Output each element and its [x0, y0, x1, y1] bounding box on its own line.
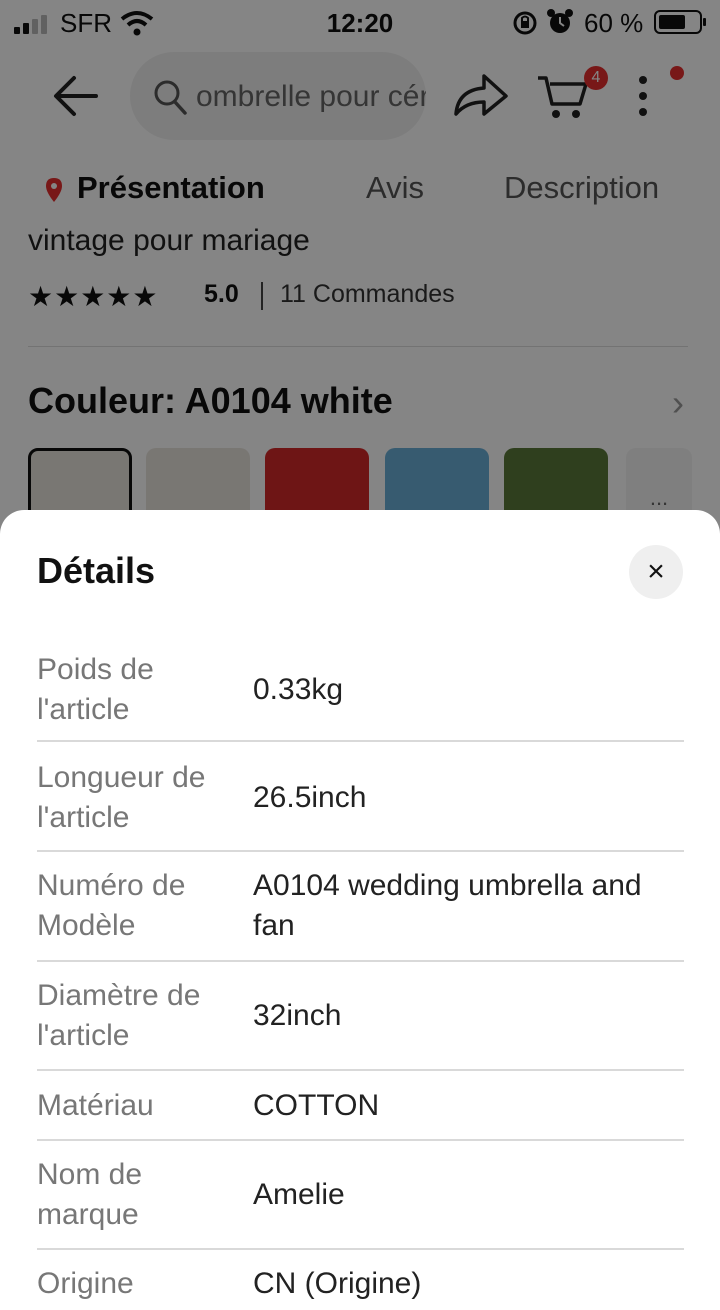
detail-label: Poids de l'article	[37, 653, 154, 726]
detail-value: A0104 wedding umbrella and fan	[253, 869, 642, 942]
detail-value: 26.5inch	[253, 781, 367, 814]
detail-label: Nom de marque	[37, 1158, 143, 1231]
detail-row: Numéro de Modèle A0104 wedding umbrella …	[37, 852, 684, 962]
sheet-title: Détails	[37, 550, 156, 591]
detail-label: Longueur de l'article	[37, 761, 206, 834]
detail-row: Poids de l'article 0.33kg	[37, 644, 684, 742]
detail-row: Matériau COTTON	[37, 1071, 684, 1141]
detail-value: Amelie	[253, 1178, 345, 1211]
detail-row: Origine CN (Origine)	[37, 1250, 684, 1310]
detail-label: Origine	[37, 1267, 134, 1300]
detail-value: COTTON	[253, 1089, 380, 1122]
detail-value: 32inch	[253, 999, 342, 1032]
detail-row: Nom de marque Amelie	[37, 1141, 684, 1250]
detail-row: Diamètre de l'article 32inch	[37, 962, 684, 1071]
detail-value: CN (Origine)	[253, 1267, 422, 1300]
detail-label: Numéro de Modèle	[37, 869, 186, 942]
detail-label: Diamètre de l'article	[37, 979, 201, 1052]
detail-row: Longueur de l'article 26.5inch	[37, 742, 684, 852]
details-sheet: Détails × Poids de l'article 0.33kg Long…	[0, 510, 720, 1310]
detail-label: Matériau	[37, 1089, 154, 1122]
close-icon[interactable]: ×	[629, 545, 683, 599]
detail-value: 0.33kg	[253, 673, 344, 706]
